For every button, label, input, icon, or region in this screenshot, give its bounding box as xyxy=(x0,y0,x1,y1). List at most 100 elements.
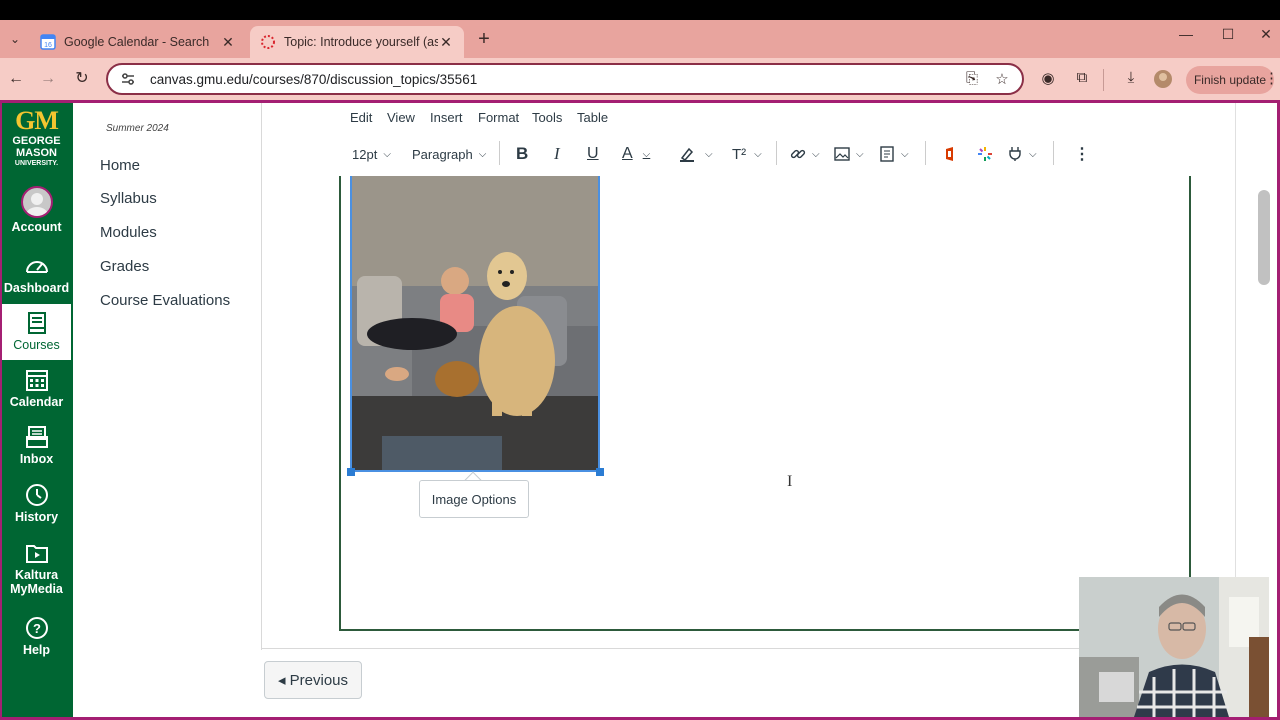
chevron-down-icon: ⌵ xyxy=(754,148,762,160)
italic-button[interactable]: I xyxy=(554,143,560,165)
global-nav-label: History xyxy=(14,510,59,524)
chevron-down-icon: ⌵ xyxy=(383,148,391,160)
menu-tools[interactable]: Tools xyxy=(532,110,562,125)
maximize-icon[interactable]: ☐ xyxy=(1208,26,1248,43)
office-icon xyxy=(946,147,953,161)
office-button[interactable] xyxy=(942,143,958,165)
inserted-photo[interactable] xyxy=(350,176,600,472)
toolbar-separator xyxy=(776,141,777,165)
global-nav-history[interactable]: History xyxy=(2,482,71,532)
course-nav-syllabus[interactable]: Syllabus xyxy=(100,190,157,207)
google-calendar-icon: 16 xyxy=(40,34,56,50)
close-window-icon[interactable]: ✕ xyxy=(1252,26,1280,43)
chevron-down-icon: ⌵ xyxy=(901,148,909,160)
webcam-overlay xyxy=(1079,577,1269,717)
logo-text: MASON xyxy=(16,147,57,159)
global-nav-calendar[interactable]: Calendar xyxy=(2,367,71,417)
close-icon[interactable]: ✕ xyxy=(438,34,454,51)
chevron-down-icon: ⌵ xyxy=(812,148,820,160)
font-size-value: 12pt xyxy=(352,146,378,162)
tab-title: Topic: Introduce yourself (assign xyxy=(284,35,438,49)
course-nav-grades[interactable]: Grades xyxy=(100,258,149,275)
plug-icon xyxy=(1009,147,1021,161)
resize-handle-bottom-right[interactable] xyxy=(596,468,604,476)
global-nav-dashboard[interactable]: Dashboard xyxy=(2,253,71,301)
link-button[interactable]: ⌵ xyxy=(790,143,820,165)
tab-title: Google Calendar - Search xyxy=(64,35,210,49)
close-icon[interactable]: ✕ xyxy=(220,34,236,51)
global-nav-inbox[interactable]: Inbox xyxy=(2,424,71,474)
address-bar[interactable]: canvas.gmu.edu/courses/870/discussion_to… xyxy=(106,63,1024,95)
bold-button[interactable]: B xyxy=(516,143,528,165)
svg-text:?: ? xyxy=(33,621,41,636)
tab-search-button[interactable]: ⌄ xyxy=(4,28,26,50)
previous-button[interactable]: ◂ Previous xyxy=(264,661,362,699)
toolbar-separator xyxy=(499,141,500,165)
underline-button[interactable]: U xyxy=(587,143,599,165)
inbox-icon xyxy=(25,426,48,448)
minimize-icon[interactable]: — xyxy=(1166,26,1206,42)
profile-avatar-icon[interactable] xyxy=(1152,69,1174,91)
download-icon[interactable]: ⤓ xyxy=(1120,69,1142,91)
superscript-button[interactable]: T² ⌵ xyxy=(732,143,762,165)
avatar-icon xyxy=(20,186,53,218)
highlight-color-button[interactable]: ⌵ xyxy=(679,143,713,165)
document-button[interactable]: ⌵ xyxy=(879,143,909,165)
global-nav-kaltura[interactable]: Kaltura MyMedia xyxy=(2,540,71,604)
resize-handle-bottom-left[interactable] xyxy=(347,468,355,476)
menu-edit[interactable]: Edit xyxy=(350,110,372,125)
help-icon: ? xyxy=(25,617,48,639)
menu-view[interactable]: View xyxy=(387,110,415,125)
global-nav-label: Kaltura MyMedia xyxy=(10,568,63,596)
tab-google-calendar[interactable]: 16 Google Calendar - Search ✕ xyxy=(30,26,246,58)
global-nav-courses[interactable]: Courses xyxy=(2,304,71,360)
font-size-select[interactable]: 12pt ⌵ xyxy=(352,143,391,165)
logo-text: UNIVERSITY. xyxy=(14,160,59,167)
term-label: Summer 2024 xyxy=(106,123,169,134)
global-nav-label: Inbox xyxy=(19,452,54,466)
global-nav-help[interactable]: ? Help xyxy=(2,615,71,665)
global-nav-label: Dashboard xyxy=(3,281,70,295)
course-nav-home[interactable]: Home xyxy=(100,157,140,174)
course-nav-course-evaluations[interactable]: Course Evaluations xyxy=(100,292,230,309)
site-settings-icon[interactable] xyxy=(120,71,136,87)
gmu-logo[interactable]: GM GEORGE MASON UNIVERSITY. xyxy=(2,107,71,168)
finish-update-button[interactable]: Finish update xyxy=(1186,66,1274,94)
tab-discussion-topic[interactable]: Topic: Introduce yourself (assign ✕ xyxy=(250,26,464,58)
course-nav-divider xyxy=(261,103,262,650)
text-color-button[interactable]: A ⌵ xyxy=(622,143,650,165)
webcam-presenter-image xyxy=(1079,577,1269,717)
page-scrollbar[interactable] xyxy=(1258,190,1270,285)
global-nav-account[interactable]: Account xyxy=(2,186,71,240)
reload-icon[interactable]: ↻ xyxy=(69,66,95,92)
global-nav-label: Courses xyxy=(13,338,60,352)
forward-icon[interactable]: → xyxy=(35,66,61,92)
chevron-down-icon: ⌵ xyxy=(1029,148,1037,160)
apps-button[interactable] xyxy=(977,143,993,165)
extensions-puzzle-icon[interactable]: ⧉ xyxy=(1071,69,1093,91)
calendar-icon xyxy=(25,370,48,391)
bookmark-star-icon[interactable]: ☆ xyxy=(992,70,1012,90)
menu-insert[interactable]: Insert xyxy=(430,110,463,125)
chevron-down-icon: ⌵ xyxy=(856,148,864,160)
back-icon[interactable]: ← xyxy=(3,66,29,92)
block-format-select[interactable]: Paragraph ⌵ xyxy=(412,143,486,165)
link-icon xyxy=(790,149,806,159)
canvas-icon xyxy=(261,35,275,49)
url-text: canvas.gmu.edu/courses/870/discussion_to… xyxy=(150,71,478,87)
menu-format[interactable]: Format xyxy=(478,110,519,125)
new-tab-button[interactable]: + xyxy=(472,28,496,52)
image-button[interactable]: ⌵ xyxy=(834,143,864,165)
dashboard-icon xyxy=(25,261,48,273)
menu-table[interactable]: Table xyxy=(577,110,608,125)
image-options-button[interactable]: Image Options xyxy=(419,480,529,518)
course-nav-modules[interactable]: Modules xyxy=(100,224,157,241)
extension-icon[interactable]: ◉ xyxy=(1037,69,1059,91)
more-menu-icon[interactable]: ⋮ xyxy=(1264,69,1279,91)
block-format-value: Paragraph xyxy=(412,146,473,162)
plugin-button[interactable]: ⌵ xyxy=(1007,143,1037,165)
more-options-icon[interactable]: ⋮ xyxy=(1074,143,1090,165)
global-nav-label: Account xyxy=(11,220,62,234)
chevron-down-icon: ⌵ xyxy=(705,148,713,160)
install-app-icon[interactable]: ⎘ xyxy=(962,70,982,90)
